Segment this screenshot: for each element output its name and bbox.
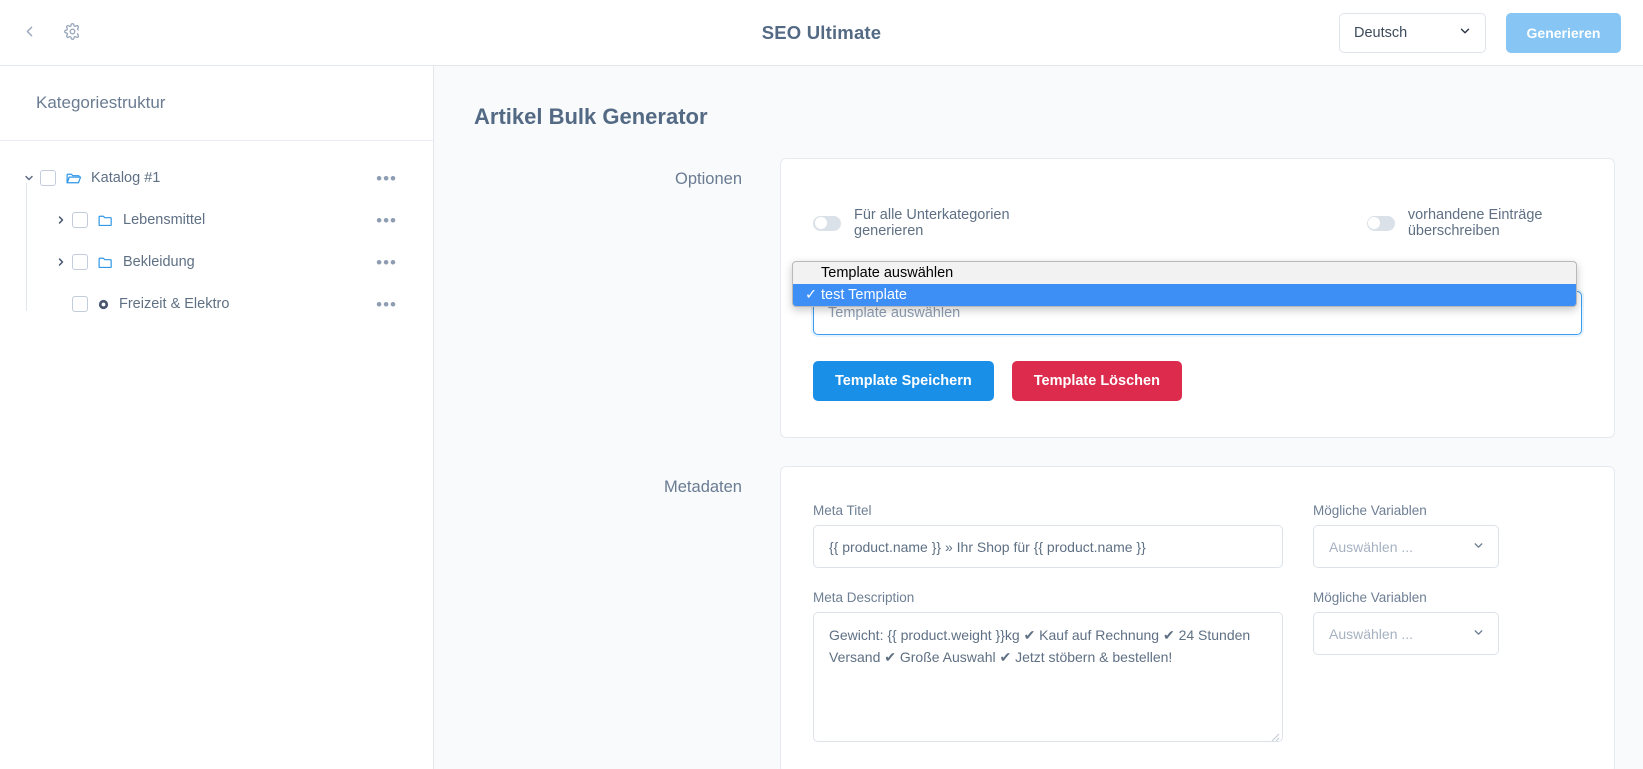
tree-item-menu-button[interactable]: ••• (376, 212, 397, 229)
meta-title-variables-label: Mögliche Variablen (1313, 503, 1427, 518)
tree-item-katalog-1[interactable]: Katalog #1 ••• (0, 157, 433, 199)
options-card: Für alle Unterkategorien generieren vorh… (780, 158, 1615, 438)
meta-title-variables-select[interactable]: Auswählen ... (1313, 525, 1499, 568)
metadata-card: Meta Titel {{ product.name }} » Ihr Shop… (780, 466, 1615, 769)
sidebar: Kategoriestruktur Katalog #1 ••• Lebensm… (0, 66, 434, 769)
node-dot-icon (97, 298, 110, 311)
meta-description-value: Gewicht: {{ product.weight }}kg ✔ Kauf a… (829, 627, 1251, 665)
delete-template-button[interactable]: Template Löschen (1011, 361, 1182, 401)
meta-title-input[interactable]: {{ product.name }} » Ihr Shop für {{ pro… (813, 525, 1283, 568)
tree-item-checkbox[interactable] (72, 254, 88, 270)
toggle-overwrite[interactable]: vorhandene Einträge überschreiben (1366, 207, 1582, 239)
options-section: Optionen Für alle Unterkategorien generi… (434, 158, 1643, 438)
chevron-right-icon[interactable] (50, 256, 72, 268)
toggle-overwrite-switch[interactable] (1366, 215, 1395, 231)
back-button[interactable] (16, 20, 42, 46)
folder-open-icon (65, 170, 82, 187)
chevron-left-icon (21, 23, 38, 43)
folder-icon (97, 254, 114, 271)
tree-item-lebensmittel[interactable]: Lebensmittel ••• (0, 199, 433, 241)
meta-title-variables-value: Auswählen ... (1329, 538, 1414, 555)
metadata-section-label: Metadaten (664, 478, 742, 496)
chevron-down-icon[interactable] (18, 172, 40, 184)
chevron-right-icon[interactable] (50, 214, 72, 226)
generate-button[interactable]: Generieren (1506, 12, 1621, 53)
meta-description-group: Meta Description Gewicht: {{ product.wei… (813, 590, 1283, 742)
language-select-value: Deutsch (1354, 24, 1408, 41)
metadata-section: Metadaten Meta Titel {{ product.name }} … (434, 466, 1643, 769)
chevron-down-icon (1472, 539, 1485, 555)
header-left-icons (0, 20, 85, 46)
tree-item-menu-button[interactable]: ••• (376, 254, 397, 271)
meta-description-label: Meta Description (813, 590, 915, 605)
settings-button[interactable] (59, 20, 85, 46)
tree-item-menu-button[interactable]: ••• (376, 170, 397, 187)
tree-item-label: Lebensmittel (123, 212, 206, 228)
save-template-button[interactable]: Template Speichern (813, 361, 994, 401)
tree-item-label: Freizeit & Elektro (119, 296, 230, 312)
dropdown-option-template-auswaehlen[interactable]: Template auswählen (793, 262, 1576, 284)
header-right-controls: Deutsch Generieren (1339, 12, 1643, 53)
meta-title-row: Meta Titel {{ product.name }} » Ihr Shop… (813, 503, 1582, 568)
options-section-label: Optionen (675, 170, 742, 188)
toggle-subcategories-label: Für alle Unterkategorien generieren (854, 207, 1010, 239)
folder-icon (97, 212, 114, 229)
tree-item-checkbox[interactable] (72, 212, 88, 228)
gear-icon (63, 22, 81, 43)
tree-item-menu-button[interactable]: ••• (376, 296, 397, 313)
meta-title-label: Meta Titel (813, 503, 872, 518)
check-icon: ✓ (805, 287, 818, 303)
tree-item-label: Katalog #1 (91, 170, 161, 186)
meta-description-toggle[interactable] (1511, 590, 1538, 638)
options-toggle-row: Für alle Unterkategorien generieren vorh… (813, 207, 1582, 239)
app-root: SEO Ultimate Deutsch Generieren Kategori… (0, 0, 1643, 769)
toggle-subcategories[interactable]: Für alle Unterkategorien generieren (813, 207, 1027, 239)
tree-item-checkbox[interactable] (40, 170, 56, 186)
meta-description-variables-value: Auswählen ... (1329, 625, 1414, 642)
tree-item-freizeit-elektro[interactable]: Freizeit & Elektro ••• (0, 283, 433, 325)
resize-handle-icon[interactable] (1268, 727, 1280, 741)
chevron-down-icon (1472, 626, 1485, 642)
meta-title-toggle[interactable] (1511, 503, 1538, 551)
template-buttons: Template Speichern Template Löschen (813, 361, 1582, 401)
toggle-subcategories-switch[interactable] (813, 215, 841, 231)
template-select-value: Template auswählen (828, 305, 961, 321)
dropdown-option-label: test Template (821, 287, 907, 303)
meta-description-variables-label: Mögliche Variablen (1313, 590, 1427, 605)
app-header: SEO Ultimate Deutsch Generieren (0, 0, 1643, 66)
tree-item-bekleidung[interactable]: Bekleidung ••• (0, 241, 433, 283)
meta-description-row: Meta Description Gewicht: {{ product.wei… (813, 590, 1582, 742)
meta-description-textarea[interactable]: Gewicht: {{ product.weight }}kg ✔ Kauf a… (813, 612, 1283, 742)
meta-description-variables-select[interactable]: Auswählen ... (1313, 612, 1499, 655)
language-select[interactable]: Deutsch (1339, 12, 1486, 53)
tree-item-label: Bekleidung (123, 254, 195, 270)
dropdown-option-test-template[interactable]: ✓ test Template (793, 284, 1576, 306)
chevron-down-icon (1458, 24, 1472, 42)
template-load-block: Template Ladem Template auswählen Templa… (792, 261, 1582, 335)
template-select-dropdown[interactable]: Template auswählen ✓ test Template (792, 261, 1577, 307)
category-tree: Katalog #1 ••• Lebensmittel ••• Bekleidu… (0, 141, 433, 325)
meta-title-group: Meta Titel {{ product.name }} » Ihr Shop… (813, 503, 1283, 568)
sidebar-title: Kategoriestruktur (0, 66, 433, 141)
meta-description-variables-group: Mögliche Variablen Auswählen ... (1313, 590, 1499, 655)
tree-item-checkbox[interactable] (72, 296, 88, 312)
main-content: Artikel Bulk Generator Optionen Für alle… (434, 66, 1643, 769)
dropdown-option-label: Template auswählen (821, 265, 954, 281)
page-title: Artikel Bulk Generator (474, 104, 708, 129)
meta-title-variables-group: Mögliche Variablen Auswählen ... (1313, 503, 1499, 568)
toggle-overwrite-label: vorhandene Einträge überschreiben (1407, 207, 1543, 239)
